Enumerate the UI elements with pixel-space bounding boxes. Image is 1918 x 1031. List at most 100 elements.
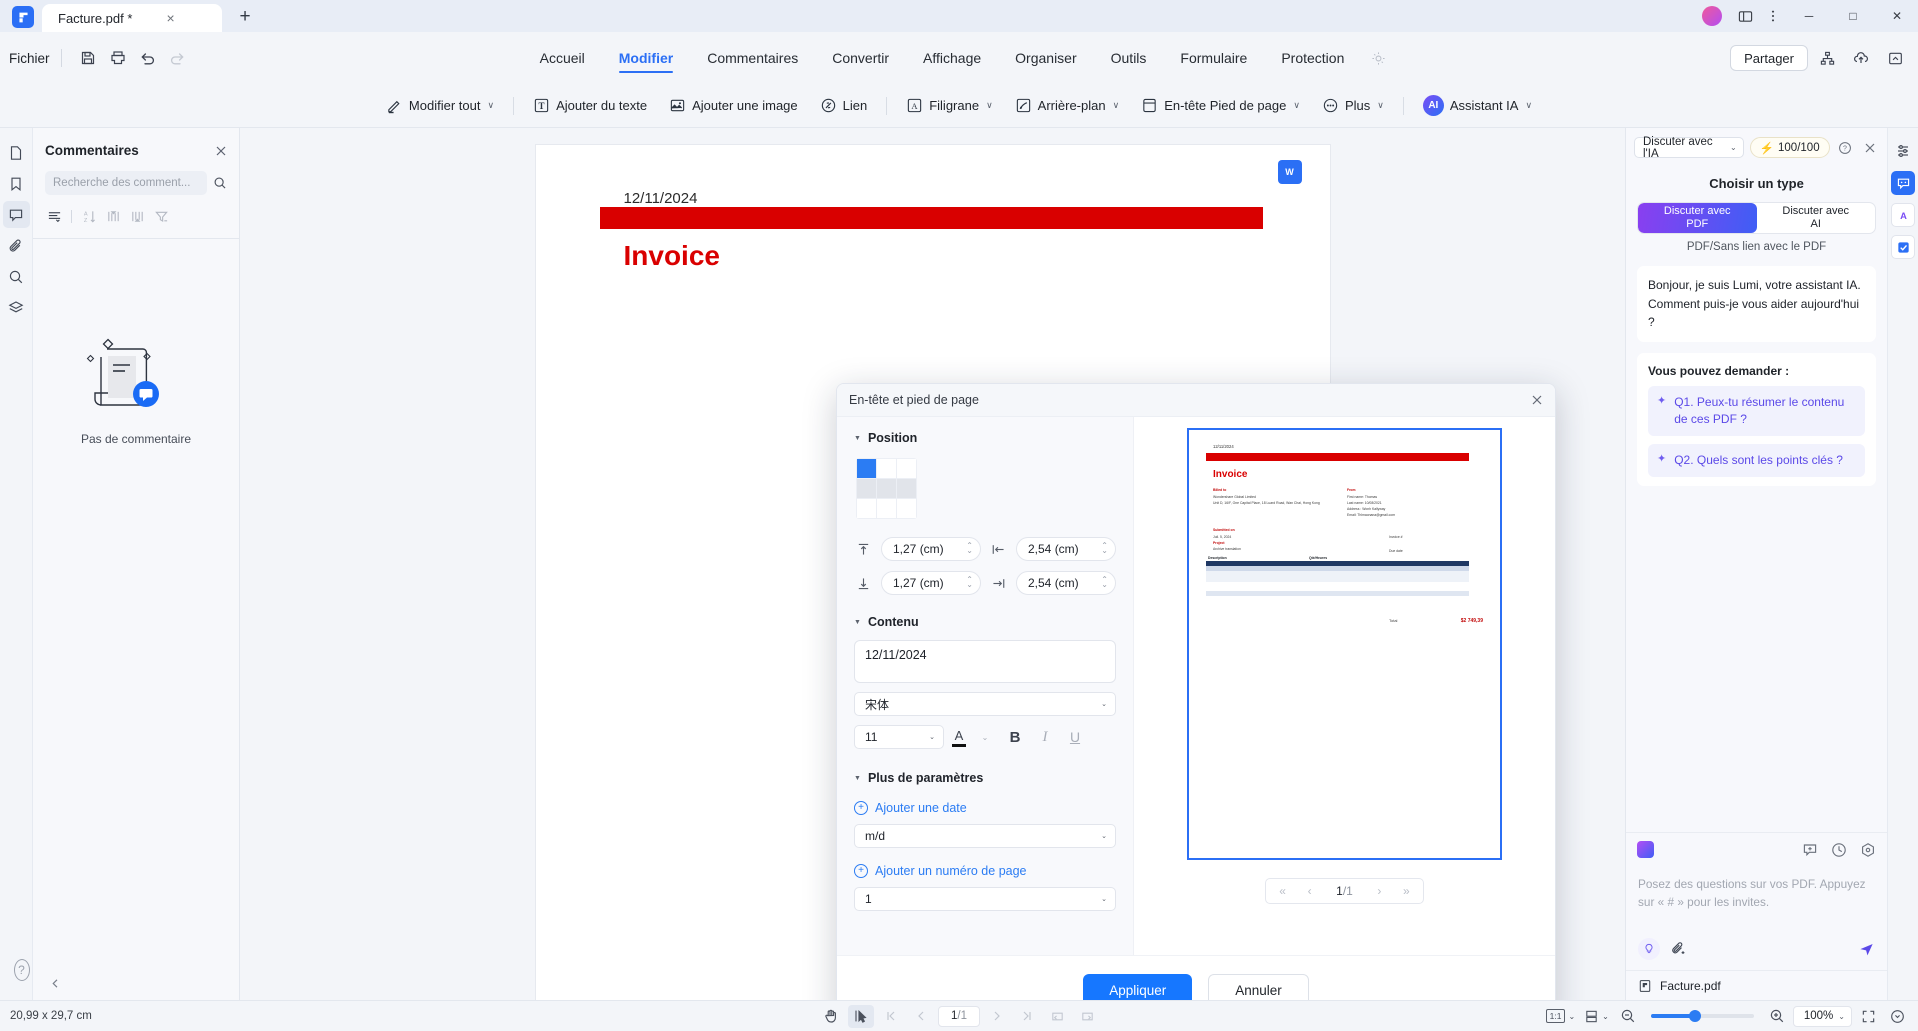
close-comments-panel-icon[interactable] (215, 145, 227, 157)
undo-icon[interactable] (133, 43, 163, 73)
zoom-level-select[interactable]: 100% ⌄ (1792, 1005, 1852, 1027)
cancel-button[interactable]: Annuler (1208, 973, 1309, 1000)
layout-icon[interactable] (1732, 0, 1758, 32)
ribbon-plus[interactable]: Plus ∨ (1311, 91, 1395, 121)
underline-button[interactable]: U (1064, 726, 1086, 748)
lightbulb-icon[interactable] (1361, 41, 1395, 75)
stepper-arrows-icon[interactable]: ⌃ ⌄ (1101, 542, 1110, 555)
page-number-format-select[interactable]: 1 ⌄ (854, 887, 1116, 911)
right-margin-input[interactable]: 2,54 (cm) ⌃ ⌄ (1016, 571, 1116, 595)
save-icon[interactable] (73, 43, 103, 73)
collapse-panel-icon[interactable] (44, 972, 66, 994)
share-button[interactable]: Partager (1730, 45, 1808, 71)
list-view-icon[interactable] (43, 205, 65, 227)
rail-checklist-icon[interactable] (1891, 235, 1915, 259)
ribbon-lien[interactable]: Lien (809, 91, 879, 121)
file-menu[interactable]: Fichier (9, 51, 50, 66)
actual-size-button[interactable]: 1:1 ⌄ (1543, 1005, 1579, 1028)
ribbon-entete-pied-de-page[interactable]: En-tête Pied de page ∨ (1130, 91, 1311, 121)
zoom-in-button[interactable] (1764, 1005, 1790, 1028)
font-family-select[interactable]: 宋体 ⌄ (854, 692, 1116, 716)
new-tab-button[interactable]: + (232, 4, 258, 30)
more-view-options-icon[interactable] (1884, 1005, 1910, 1028)
tab-modifier[interactable]: Modifier (602, 41, 690, 75)
rail-help-icon[interactable]: ? (3, 958, 30, 990)
search-input[interactable]: Recherche des comment... (45, 171, 207, 195)
bold-button[interactable]: B (1004, 726, 1026, 748)
tab-affichage[interactable]: Affichage (906, 41, 998, 75)
ai-library-icon[interactable] (1637, 841, 1654, 858)
tab-commentaires[interactable]: Commentaires (690, 41, 815, 75)
send-icon[interactable] (1858, 941, 1875, 958)
ai-suggestion-2[interactable]: ✦ Q2. Quels sont les points clés ? (1648, 443, 1865, 477)
preview-prev-page-button[interactable]: ‹ (1297, 880, 1322, 902)
position-cell-top-left[interactable] (857, 459, 876, 478)
add-page-number-button[interactable]: + Ajouter un numéro de page (854, 864, 1116, 878)
tab-convertir[interactable]: Convertir (815, 41, 906, 75)
zoom-slider[interactable] (1650, 1010, 1754, 1022)
ribbon-assistant-ia[interactable]: AI Assistant IA ∨ (1412, 91, 1543, 121)
zoom-slider-handle[interactable] (1688, 1010, 1701, 1022)
preview-last-page-button[interactable]: » (1394, 880, 1419, 902)
filter-type-icon[interactable] (102, 205, 124, 227)
preview-page[interactable]: 12/11/2024 Invoice Billed to Wondershare… (1187, 428, 1502, 860)
history-icon[interactable] (1831, 842, 1847, 858)
user-avatar[interactable] (1702, 6, 1722, 26)
rail-pages-icon[interactable] (3, 139, 30, 166)
close-tab-icon[interactable]: × (166, 11, 174, 25)
position-cell-bottom-center[interactable] (877, 499, 896, 518)
tab-accueil[interactable]: Accueil (523, 41, 602, 75)
content-section-header[interactable]: ▼ Contenu (854, 615, 1116, 629)
ribbon-ajouter-image[interactable]: Ajouter une image (658, 91, 809, 121)
close-window-button[interactable]: ✕ (1876, 0, 1918, 32)
font-color-button[interactable]: A (952, 728, 966, 747)
rail-ai-chat-icon[interactable] (1891, 171, 1915, 195)
minimize-button[interactable]: ─ (1788, 0, 1830, 32)
new-chat-icon[interactable] (1802, 842, 1818, 858)
tab-formulaire[interactable]: Formulaire (1163, 41, 1264, 75)
add-date-button[interactable]: + Ajouter une date (854, 801, 1116, 815)
preview-next-page-button[interactable]: › (1367, 880, 1392, 902)
rail-ai-translate-icon[interactable]: A (1891, 203, 1915, 227)
select-tool-icon[interactable] (847, 1004, 874, 1028)
more-options-icon[interactable] (1760, 0, 1786, 32)
rail-layers-icon[interactable] (3, 294, 30, 321)
prompt-bulb-icon[interactable] (1638, 938, 1660, 960)
maximize-button[interactable]: □ (1832, 0, 1874, 32)
rail-comments-icon[interactable] (2, 201, 30, 228)
font-color-chevron-icon[interactable]: ⌄ (974, 726, 996, 748)
page-layout-button[interactable]: ⌄ (1581, 1005, 1612, 1028)
ai-settings-icon[interactable] (1860, 842, 1876, 858)
position-cell-bottom-left[interactable] (857, 499, 876, 518)
position-cell-bottom-right[interactable] (897, 499, 916, 518)
more-settings-section-header[interactable]: ▼ Plus de paramètres (854, 771, 1116, 785)
page-number-input[interactable]: 1/1 (937, 1005, 980, 1027)
ribbon-filigrane[interactable]: A Filigrane ∨ (895, 91, 1003, 121)
help-circle-icon[interactable]: ? (13, 958, 30, 981)
ai-chat-input[interactable]: Posez des questions sur vos PDF. Appuyez… (1626, 866, 1887, 938)
position-cell-top-center[interactable] (877, 459, 896, 478)
position-section-header[interactable]: ▼ Position (854, 431, 1116, 445)
wondershare-badge-icon[interactable]: W (1277, 160, 1302, 184)
collapse-ribbon-icon[interactable] (1880, 43, 1910, 73)
italic-button[interactable]: I (1034, 726, 1056, 748)
content-text-input[interactable]: 12/11/2024 (854, 640, 1116, 683)
bottom-margin-input[interactable]: 1,27 (cm) ⌃ ⌄ (881, 571, 981, 595)
cloud-upload-icon[interactable] (1846, 43, 1876, 73)
ribbon-ajouter-texte[interactable]: T Ajouter du texte (522, 91, 658, 121)
document-tab[interactable]: Facture.pdf * × (42, 4, 222, 32)
font-size-select[interactable]: 11 ⌄ (854, 725, 944, 749)
tab-protection[interactable]: Protection (1264, 41, 1361, 75)
print-icon[interactable] (103, 43, 133, 73)
position-cell-top-right[interactable] (897, 459, 916, 478)
dialog-close-icon[interactable] (1531, 394, 1543, 406)
hand-tool-icon[interactable] (818, 1005, 844, 1028)
filter-icon[interactable] (150, 205, 172, 227)
ai-help-icon[interactable]: ? (1836, 138, 1855, 158)
top-margin-input[interactable]: 1,27 (cm) ⌃ ⌄ (881, 537, 981, 561)
apply-button[interactable]: Appliquer (1083, 973, 1193, 1000)
filter-status-icon[interactable] (126, 205, 148, 227)
ai-close-icon[interactable] (1860, 138, 1879, 158)
ai-type-chat-with-ai[interactable]: Discuter avec AI (1757, 203, 1876, 233)
left-margin-input[interactable]: 2,54 (cm) ⌃ ⌄ (1016, 537, 1116, 561)
